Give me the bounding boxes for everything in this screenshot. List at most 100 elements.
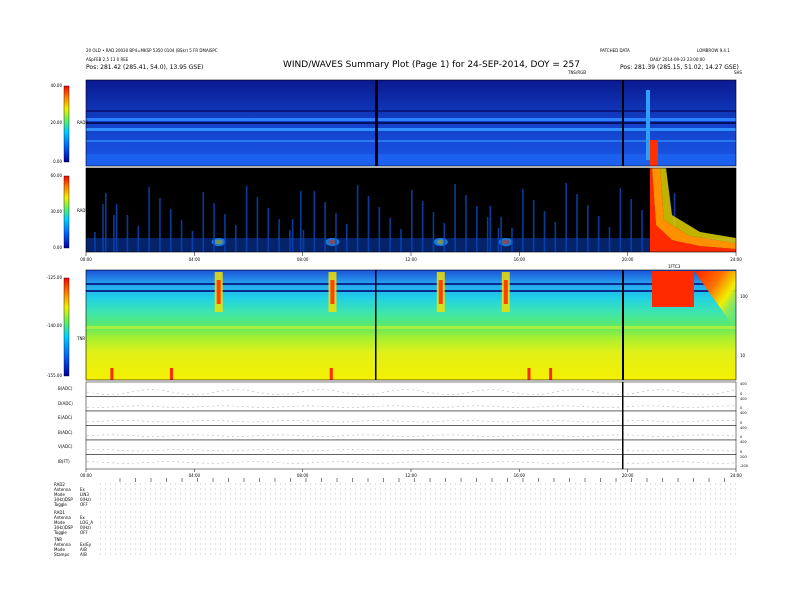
hk-row-frame (85, 454, 737, 470)
hk-row-frame (85, 381, 737, 397)
hk-data-point (522, 407, 524, 408)
hk-data-point (222, 450, 224, 452)
hk-data-point (687, 407, 689, 408)
hk-data-point (557, 391, 559, 392)
hk-data-point (627, 449, 629, 451)
hk-data-point (587, 461, 589, 463)
hk-data-point (502, 449, 504, 451)
hk-data-point (307, 450, 309, 452)
hk-data-point (607, 434, 609, 436)
hk-data-point (177, 421, 179, 423)
hk-data-point (282, 434, 284, 436)
tnr-band (86, 290, 736, 292)
hk-data-point (372, 420, 374, 421)
hk-row-label: E(ADC) (58, 415, 73, 420)
hk-data-point (222, 405, 224, 407)
hk-data-point (302, 420, 304, 421)
hk-data-point (472, 435, 474, 437)
hk-data-point (172, 421, 174, 423)
mode-row-label: Toggle (54, 502, 67, 507)
hk-data-point (522, 393, 524, 395)
hk-data-point (102, 449, 104, 450)
hk-data-point (317, 436, 319, 437)
hk-data-point (197, 434, 199, 436)
hk-data-point (202, 449, 204, 451)
hk-data-point (152, 389, 154, 391)
hk-data-point (177, 461, 179, 463)
hk-data-point (312, 435, 314, 437)
hk-data-point (337, 461, 339, 463)
hk-data-point (492, 461, 494, 463)
rad2-band (86, 128, 736, 131)
hk-data-point (617, 449, 619, 450)
hk-data-point (647, 462, 649, 464)
hk-data-point (417, 461, 419, 463)
hk-data-point (457, 420, 459, 421)
hk-data-point (502, 461, 504, 463)
hk-data-point (697, 449, 699, 450)
hk-data-point (227, 405, 229, 407)
hk-data-point (272, 434, 274, 436)
hk-data-point (482, 420, 484, 422)
hk-row-label: B(ADC) (58, 386, 73, 391)
hk-data-point (372, 406, 374, 407)
hk-data-point (127, 462, 129, 464)
hk-data-point (477, 450, 479, 452)
hk-data-point (112, 420, 114, 421)
hk-data-point (727, 435, 729, 437)
tnr-ytick-label: -155.00 (46, 373, 62, 378)
hk-data-point (527, 434, 529, 436)
hk-data-point (267, 461, 269, 463)
hk-data-point (452, 449, 454, 451)
hk-data-point (482, 435, 484, 437)
hk-data-point (207, 393, 209, 394)
hk-data-point (517, 449, 519, 450)
hk-data-point (217, 420, 219, 421)
hk-data-point (212, 420, 214, 421)
hk-data-point (422, 406, 424, 408)
hk-data-point (237, 461, 239, 463)
hk-data-point (452, 406, 454, 408)
hk-data-point (592, 406, 594, 408)
hk-data-point (432, 449, 434, 450)
hk-data-point (142, 435, 144, 437)
hk-data-point (652, 420, 654, 422)
hk-data-point (602, 407, 604, 408)
hk-xtick-label: 20:00 (621, 473, 634, 478)
hk-data-point (322, 421, 324, 422)
hk-data-point (702, 434, 704, 436)
hk-data-point (712, 406, 714, 407)
hk-row-frame (85, 425, 737, 441)
hk-data-point (347, 435, 349, 436)
hk-data-point (507, 461, 509, 463)
hk-data-point (112, 449, 114, 451)
rad1-ytick-label: 30.00 (50, 209, 62, 214)
hk-data-point (167, 390, 169, 392)
hk-data-point (417, 435, 419, 437)
hk-data-point (262, 435, 264, 436)
hk-data-point (582, 421, 584, 423)
hk-data-point (132, 420, 134, 421)
hk-data-point (137, 435, 139, 437)
hk-xtick-label: 00:00 (80, 473, 92, 478)
hk-xtick-label: 12:00 (405, 473, 417, 478)
hk-data-point (307, 390, 309, 392)
hk-data-point (602, 435, 604, 436)
hk-data-point (472, 450, 474, 452)
hk-data-point (172, 406, 174, 408)
hk-data-point (212, 405, 214, 407)
hk-data-point (252, 449, 254, 451)
hk-data-point (202, 393, 204, 395)
hk-data-point (657, 450, 659, 452)
hk-data-point (552, 435, 554, 436)
hk-data-point (477, 405, 479, 407)
hk-data-point (537, 462, 539, 464)
hk-data-point (187, 461, 189, 463)
hk-data-point (672, 406, 674, 408)
hk-data-point (297, 450, 299, 452)
hk-data-point (577, 389, 579, 391)
hk-data-point (492, 436, 494, 437)
rad2-burst (646, 90, 650, 160)
hk-data-point (512, 391, 514, 393)
hk-row-frame (85, 410, 737, 426)
